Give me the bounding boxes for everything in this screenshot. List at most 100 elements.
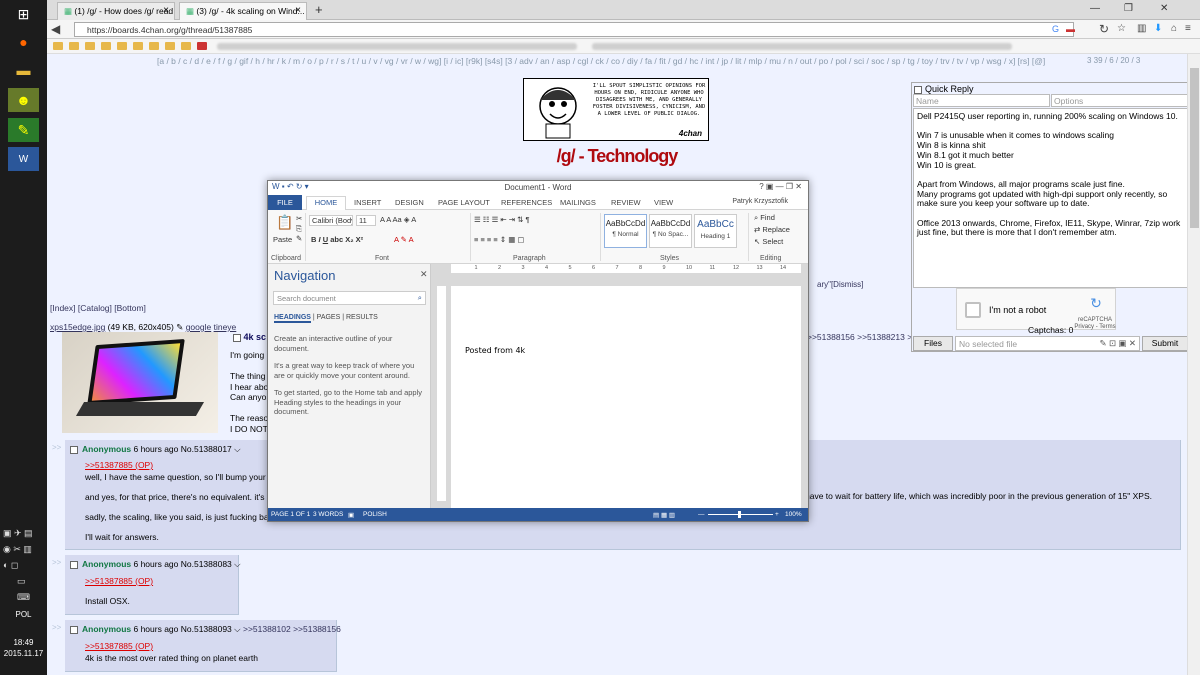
horizontal-ruler[interactable]: 1 2 3 4 5 6 7 8 9 10 11 12 13 14 [451, 264, 801, 273]
notification-icon[interactable]: ▭ [17, 576, 26, 587]
minimize-icon[interactable]: — [1090, 3, 1100, 14]
bookmark-folder-icon[interactable] [165, 42, 175, 50]
tab-references[interactable]: REFERENCES [501, 198, 552, 207]
url-bar[interactable]: https://boards.4chan.org/g/thread/513878… [74, 22, 1074, 37]
post-backlinks[interactable]: >>51388102 >>51388156 [243, 624, 341, 634]
chevron-down-icon[interactable]: ⌵ [234, 444, 240, 454]
tab-view[interactable]: VIEW [654, 198, 673, 207]
reply-checkbox[interactable] [70, 625, 78, 634]
file-input[interactable]: No selected file ✎ ⊡ ▣ ✕ [955, 336, 1140, 351]
board-list[interactable]: [a / b / c / d / e / f / g / gif / h / h… [157, 56, 1045, 66]
nav-tab-results[interactable]: RESULTS [346, 314, 378, 321]
tab-review[interactable]: REVIEW [611, 198, 641, 207]
clipboard-small-icons[interactable]: ✂ ⎘ ✎ [296, 214, 302, 244]
bookmark-folder-icon[interactable] [133, 42, 143, 50]
edit-icon[interactable]: ✎ [176, 322, 183, 332]
op-checkbox[interactable] [233, 333, 241, 342]
tab-home[interactable]: HOME [306, 196, 346, 210]
font-size-select[interactable]: 11 [356, 215, 376, 226]
close-window-icon[interactable]: ✕ [1160, 3, 1168, 14]
align-icons[interactable]: ≡ ≡ ≡ ≡ ⇕ ▦ ▢ [474, 235, 524, 244]
menu-icon[interactable]: ≡ [1185, 23, 1191, 34]
google-icon[interactable]: G [1052, 24, 1059, 34]
chevron-down-icon[interactable]: ⌵ [234, 559, 240, 569]
page-scrollbar[interactable] [1187, 54, 1200, 675]
op-image-thumbnail[interactable] [62, 332, 218, 433]
style-normal[interactable]: AaBbCcDd ¶ Normal [604, 214, 647, 248]
tab-file[interactable]: FILE [268, 195, 302, 210]
zoom-slider-knob[interactable] [738, 511, 741, 518]
bookmark-folder-icon[interactable] [69, 42, 79, 50]
app-pin-icon[interactable]: ✎ [8, 118, 39, 142]
bookmark-folder-icon[interactable] [85, 42, 95, 50]
font-name-select[interactable]: Calibri (Body [309, 215, 353, 226]
view-mode-icons[interactable]: ▤ ▦ ▥ [653, 511, 675, 519]
home-icon[interactable]: ⌂ [1171, 23, 1177, 34]
find-button[interactable]: ⌕ Find [754, 213, 775, 223]
search-icon[interactable]: ⌕ [418, 293, 422, 303]
paste-icon[interactable]: 📋 [276, 214, 293, 231]
zoom-in-icon[interactable]: + [775, 511, 779, 518]
close-tab-icon[interactable]: × [295, 5, 301, 16]
files-button[interactable]: Files [913, 336, 953, 351]
quote-link[interactable]: >>51387885 (OP) [85, 460, 153, 470]
post-meta[interactable]: 6 hours ago No.51388083 [131, 559, 234, 569]
scrollbar-thumb[interactable] [1190, 68, 1199, 228]
document-page[interactable]: Posted from 4k [451, 286, 801, 508]
bookmark-folder-icon[interactable] [117, 42, 127, 50]
tab-page-layout[interactable]: PAGE LAYOUT [438, 198, 490, 207]
restore-icon[interactable]: ❐ [1124, 3, 1133, 14]
tab-mailings[interactable]: MAILINGS [560, 198, 596, 207]
chevron-down-icon[interactable]: ⌵ [234, 624, 240, 634]
word-window-controls[interactable]: ? ▣ — ❐ ✕ [759, 182, 802, 191]
thread-nav-links[interactable]: [Index] [Catalog] [Bottom] [50, 303, 146, 313]
browser-tab-1[interactable]: ▦ (1) /g/ - How does /g/ read ... × [57, 2, 175, 20]
file-explorer-icon[interactable]: ▬ [8, 58, 39, 82]
bookmark-play-icon[interactable] [197, 42, 207, 50]
vertical-ruler[interactable] [437, 286, 446, 501]
flag-icon[interactable]: ▬ [1066, 24, 1075, 34]
style-heading-1[interactable]: AaBbCc Heading 1 [694, 214, 737, 248]
font-format-icons[interactable]: B I U abc X₂ X² [311, 235, 363, 244]
bookmark-star-icon[interactable]: ☆ [1117, 23, 1126, 34]
browser-tab-2[interactable]: ▦ (3) /g/ - 4k scaling on Wind... × [179, 2, 307, 20]
quick-reply-checkbox[interactable] [914, 85, 922, 94]
name-input[interactable]: Name [913, 94, 1050, 107]
proofing-icon[interactable]: ▣ [348, 511, 354, 519]
status-words[interactable]: 3 WORDS [313, 511, 343, 518]
close-icon[interactable]: ✕ [420, 269, 428, 280]
tray-icons-row3[interactable]: ◐ ◻ [3, 560, 18, 571]
nav-tab-pages[interactable]: PAGES [317, 314, 341, 321]
app-alien-icon[interactable]: ☻ [8, 88, 39, 112]
replace-button[interactable]: ⇄ Replace [754, 225, 790, 234]
taskbar-clock[interactable]: 18:49 2015.11.17 [0, 637, 47, 659]
quote-link[interactable]: >>51387885 (OP) [85, 576, 153, 586]
tab-design[interactable]: DESIGN [395, 198, 424, 207]
select-button[interactable]: ↖ Select [754, 237, 783, 246]
windows-start-icon[interactable]: ⊞ [8, 2, 39, 26]
zoom-out-icon[interactable]: — [698, 511, 705, 518]
google-search-link[interactable]: google [186, 322, 212, 332]
download-icon[interactable]: ⬇ [1154, 23, 1162, 34]
firefox-icon[interactable]: ● [8, 30, 39, 54]
post-meta[interactable]: 6 hours ago No.51388017 [131, 444, 234, 454]
recaptcha-terms-link[interactable]: Privacy - Terms [1073, 324, 1117, 331]
bookmark-folder-icon[interactable] [101, 42, 111, 50]
banner-image[interactable]: I'll spout simplistic opinions for hours… [523, 78, 709, 141]
word-user[interactable]: Patryk Krzysztofik [732, 198, 788, 205]
reload-icon[interactable]: ↻ [1099, 22, 1109, 36]
submit-button[interactable]: Submit [1142, 336, 1188, 351]
back-icon[interactable]: ◀ [51, 22, 60, 36]
zoom-level[interactable]: 100% [785, 511, 802, 518]
status-page[interactable]: PAGE 1 OF 1 [271, 511, 310, 518]
word-taskbar-icon[interactable]: W [8, 147, 39, 171]
new-tab-icon[interactable]: + [315, 2, 323, 17]
quick-reply-title[interactable]: Quick Reply [914, 84, 974, 94]
comment-textarea[interactable]: Dell P2415Q user reporting in, running 2… [913, 108, 1188, 288]
dismiss-link[interactable]: ary"[Dismiss] [817, 280, 863, 289]
tineye-link[interactable]: tineye [214, 322, 237, 332]
reply-checkbox[interactable] [70, 445, 78, 454]
reply-checkbox[interactable] [70, 560, 78, 569]
recaptcha-checkbox[interactable] [965, 302, 981, 318]
close-tab-icon[interactable]: × [163, 5, 169, 16]
